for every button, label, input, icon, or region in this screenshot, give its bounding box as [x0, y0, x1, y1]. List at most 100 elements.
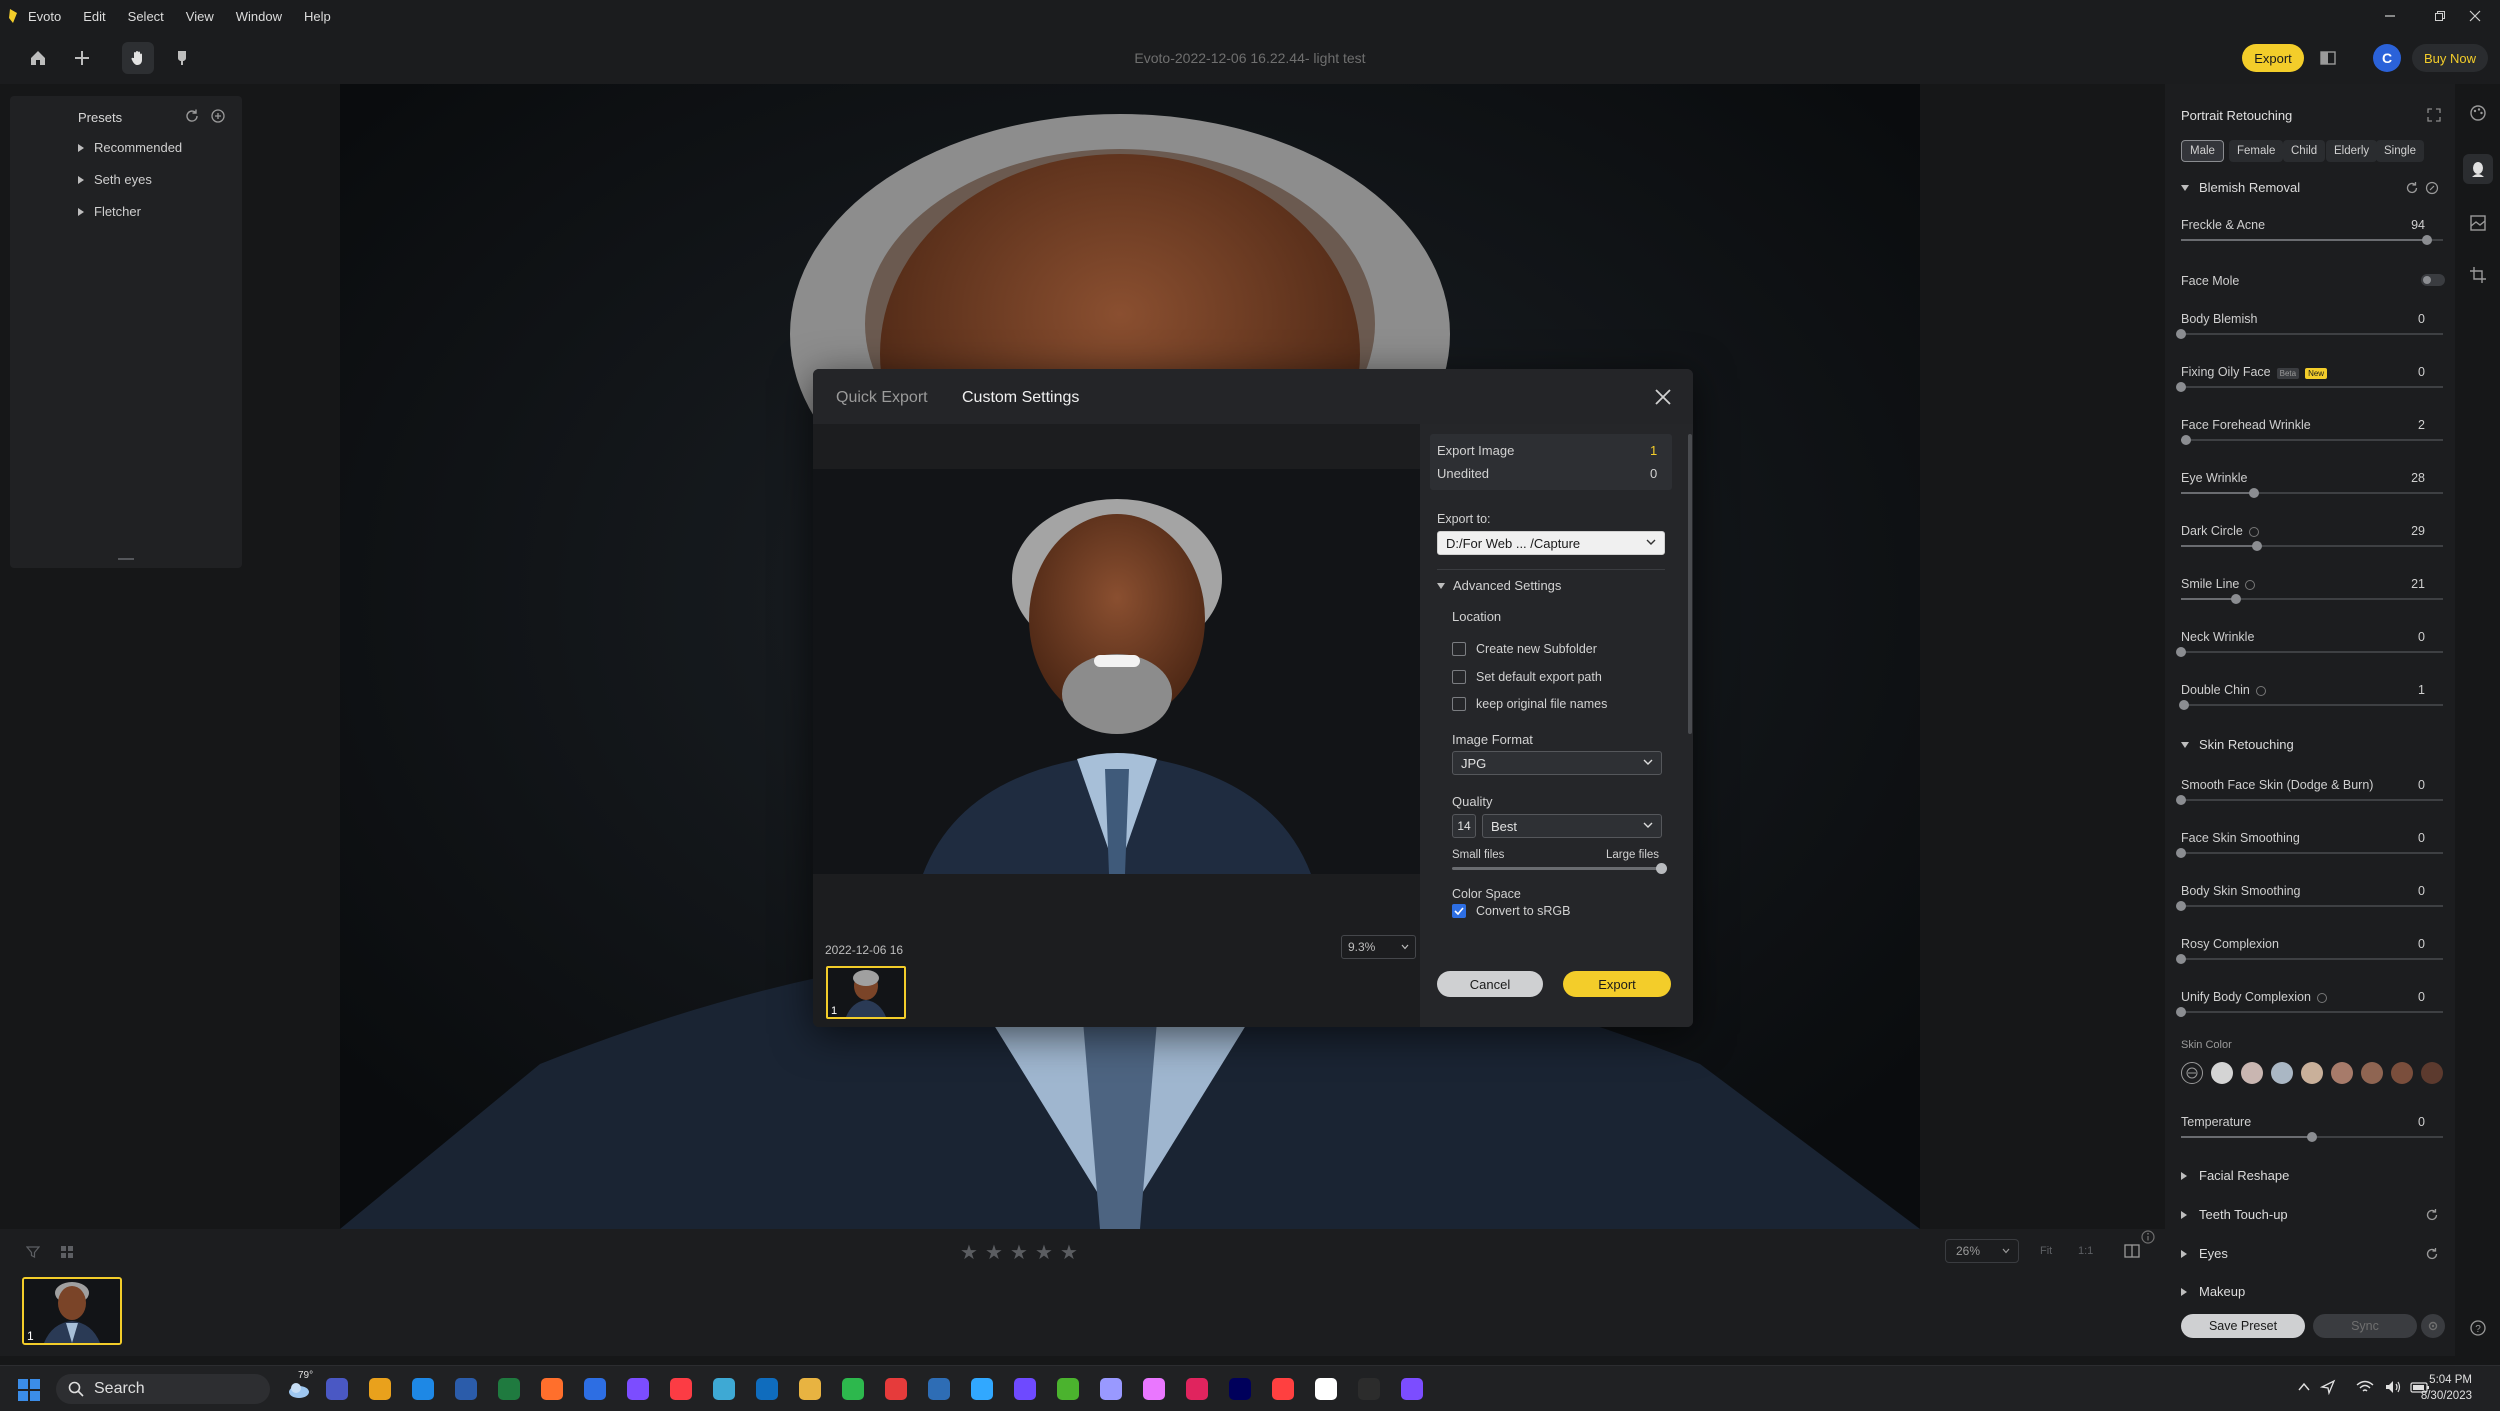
compare-view-icon[interactable]	[2124, 1243, 2140, 1259]
skin-color-swatch[interactable]	[2241, 1062, 2263, 1084]
slider-knob[interactable]	[2178, 700, 2189, 710]
face-mole-toggle[interactable]	[2421, 274, 2445, 286]
add-button[interactable]	[66, 42, 98, 74]
slider-knob[interactable]	[2176, 382, 2186, 392]
export-button[interactable]: Export	[2242, 44, 2304, 72]
slider-track[interactable]	[2181, 435, 2443, 445]
preset-group-seth-eyes[interactable]: Seth eyes	[78, 172, 152, 187]
taskbar-app-icon[interactable]	[928, 1378, 950, 1400]
edit-icon[interactable]	[2425, 181, 2439, 195]
reset-icon[interactable]	[2425, 1247, 2439, 1261]
quality-select[interactable]: Best	[1482, 814, 1662, 838]
preset-group-recommended[interactable]: Recommended	[78, 140, 182, 155]
chevron-up-icon[interactable]	[2298, 1382, 2310, 1392]
taskbar-app-icon[interactable]	[799, 1378, 821, 1400]
clock[interactable]: 5:04 PM 8/30/2023	[2421, 1372, 2472, 1404]
taskbar-app-icon[interactable]	[455, 1378, 477, 1400]
taskbar-search[interactable]: Search	[56, 1374, 270, 1404]
skin-color-swatch[interactable]	[2391, 1062, 2413, 1084]
taskbar-app-icon[interactable]	[584, 1378, 606, 1400]
skin-color-swatch[interactable]	[2331, 1062, 2353, 1084]
export-path-select[interactable]: D:/For Web ... /Capture	[1437, 531, 1665, 555]
preview-zoom-select[interactable]: 9.3%	[1341, 935, 1416, 959]
sync-settings-button[interactable]	[2421, 1314, 2445, 1338]
add-preset-icon[interactable]	[210, 108, 226, 124]
advanced-settings-toggle[interactable]: Advanced Settings	[1437, 578, 1561, 593]
keep-names-checkbox[interactable]: keep original file names	[1452, 697, 1607, 711]
section-teeth-touch-up[interactable]: Teeth Touch-up	[2181, 1207, 2288, 1222]
background-icon[interactable]	[2469, 214, 2487, 232]
taskbar-app-icon[interactable]	[1315, 1378, 1337, 1400]
rating-star[interactable]: ★	[1035, 1240, 1053, 1265]
menu-help[interactable]: Help	[304, 9, 331, 24]
taskbar-app-icon[interactable]	[541, 1378, 563, 1400]
chip-male[interactable]: Male	[2181, 140, 2224, 162]
no-color-swatch[interactable]	[2181, 1062, 2203, 1084]
info-icon[interactable]	[2248, 526, 2259, 537]
quality-slider[interactable]	[1452, 863, 1667, 874]
slider-knob[interactable]	[2422, 235, 2433, 245]
slider-track[interactable]	[2176, 329, 2443, 339]
slider-track[interactable]	[2181, 488, 2443, 498]
slider-track[interactable]	[2176, 647, 2443, 657]
grid-icon[interactable]	[60, 1245, 74, 1259]
skin-color-swatch[interactable]	[2421, 1062, 2443, 1084]
chip-child[interactable]: Child	[2283, 140, 2326, 162]
convert-srgb-checkbox[interactable]: Convert to sRGB	[1452, 904, 1570, 918]
chip-elderly[interactable]: Elderly	[2326, 140, 2378, 162]
taskbar-app-icon[interactable]	[1272, 1378, 1294, 1400]
slider-track[interactable]	[2176, 901, 2443, 911]
slider-track[interactable]	[2176, 848, 2443, 858]
taskbar-app-icon[interactable]	[412, 1378, 434, 1400]
slider-knob[interactable]	[2176, 329, 2186, 339]
info-icon[interactable]	[2316, 992, 2327, 1003]
slider-knob[interactable]	[2176, 795, 2186, 805]
slider-track[interactable]	[2181, 235, 2443, 245]
filmstrip-thumbnail[interactable]: 1	[22, 1277, 122, 1345]
compare-button[interactable]	[2312, 42, 2344, 74]
slider-track[interactable]	[2181, 594, 2443, 604]
info-icon[interactable]	[2140, 1229, 2156, 1245]
chip-female[interactable]: Female	[2229, 140, 2284, 162]
quality-slider-knob[interactable]	[1656, 863, 1667, 874]
brush-tool-button[interactable]	[166, 42, 198, 74]
resize-handle[interactable]	[118, 558, 134, 560]
windows-start-icon[interactable]	[18, 1379, 40, 1401]
taskbar-app-icon[interactable]	[326, 1378, 348, 1400]
volume-icon[interactable]	[2384, 1379, 2402, 1395]
close-window-icon[interactable]	[2450, 0, 2500, 32]
section-makeup[interactable]: Makeup	[2181, 1284, 2245, 1299]
slider-track[interactable]	[2176, 1007, 2443, 1017]
taskbar-app-icon[interactable]	[842, 1378, 864, 1400]
skin-color-swatch[interactable]	[2361, 1062, 2383, 1084]
minimize-icon[interactable]	[2365, 0, 2415, 32]
quality-number-input[interactable]: 14	[1452, 814, 1476, 838]
section-eyes[interactable]: Eyes	[2181, 1246, 2228, 1261]
slider-knob[interactable]	[2176, 848, 2186, 858]
skin-color-swatch[interactable]	[2211, 1062, 2233, 1084]
taskbar-app-icon[interactable]	[885, 1378, 907, 1400]
zoom-select[interactable]: 26%	[1945, 1239, 2019, 1263]
taskbar-app-icon[interactable]	[1229, 1378, 1251, 1400]
slider-track[interactable]	[2176, 954, 2443, 964]
location-arrow-icon[interactable]	[2320, 1379, 2336, 1395]
refresh-icon[interactable]	[184, 108, 200, 124]
taskbar-app-icon[interactable]	[756, 1378, 778, 1400]
slider-knob[interactable]	[2176, 901, 2186, 911]
skin-color-swatch[interactable]	[2301, 1062, 2323, 1084]
slider-track[interactable]	[2176, 795, 2443, 805]
rating-star[interactable]: ★	[985, 1240, 1003, 1265]
info-icon[interactable]	[2245, 579, 2256, 590]
skin-color-swatch[interactable]	[2271, 1062, 2293, 1084]
filter-icon[interactable]	[26, 1245, 40, 1259]
slider-knob[interactable]	[2251, 541, 2262, 551]
taskbar-app-icon[interactable]	[1100, 1378, 1122, 1400]
section-skin-retouching[interactable]: Skin Retouching	[2181, 737, 2294, 752]
reset-icon[interactable]	[2405, 181, 2419, 195]
section-blemish-removal[interactable]: Blemish Removal	[2181, 180, 2300, 195]
slider-track[interactable]	[2181, 1132, 2443, 1142]
menu-window[interactable]: Window	[236, 9, 282, 24]
rating-star[interactable]: ★	[1060, 1240, 1078, 1265]
tab-quick-export[interactable]: Quick Export	[836, 389, 928, 407]
buy-now-button[interactable]: Buy Now	[2412, 44, 2488, 72]
